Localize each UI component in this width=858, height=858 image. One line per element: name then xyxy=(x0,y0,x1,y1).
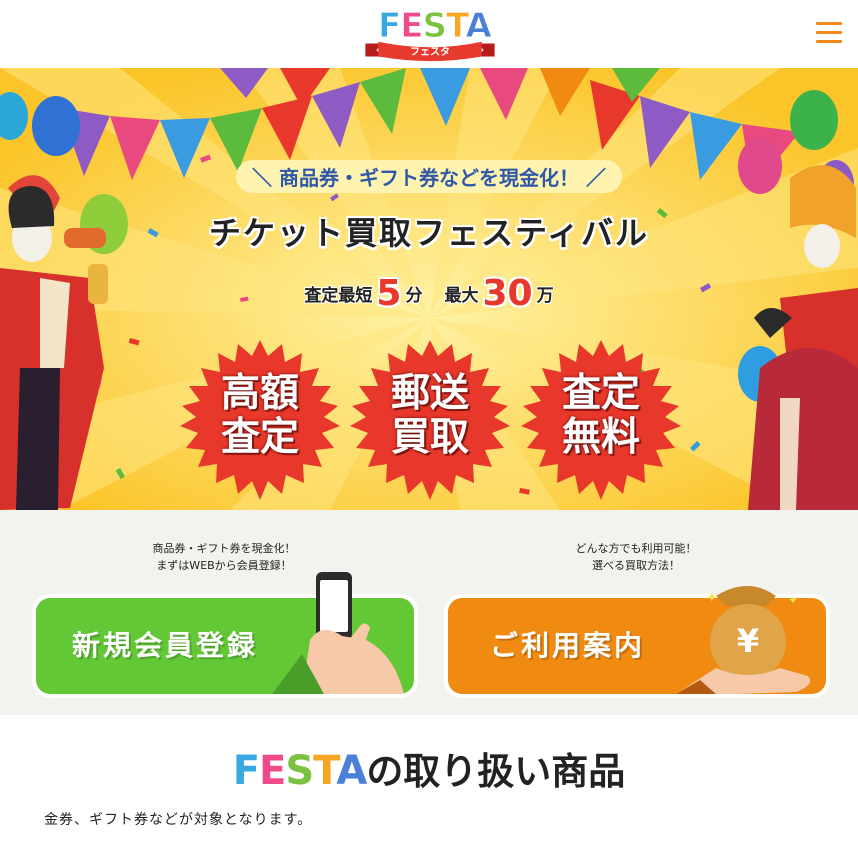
money-bag-yen-icon: ¥ ✦ ✦ xyxy=(676,586,811,694)
register-button-label: 新規会員登録 xyxy=(72,629,259,662)
logo-letter: S xyxy=(422,6,447,47)
logo-word: FESTA xyxy=(377,6,492,47)
badge-line1: 高額 xyxy=(220,371,299,416)
register-note-line1: 商品券・ギフト券を現金化！ xyxy=(152,542,296,555)
stat-assessment-unit: 分 xyxy=(405,286,423,306)
logo-letter: A xyxy=(336,748,367,794)
festa-logo[interactable]: FESTA フェスタ xyxy=(360,6,500,64)
badge-text: 郵送 買取 xyxy=(350,372,510,460)
products-title: FESTAの取り扱い商品 xyxy=(0,741,858,795)
badge-high-price: 高額 査定 xyxy=(180,340,340,500)
badge-line2: 買取 xyxy=(390,415,469,460)
logo-subtitle: フェスタ xyxy=(410,47,450,58)
svg-text:✦: ✦ xyxy=(788,593,798,607)
cta-section: 商品券・ギフト券を現金化！ まずはWEBから会員登録！ どんな方でも利用可能！ … xyxy=(0,510,858,715)
stat-max-unit: 万 xyxy=(536,286,554,306)
site-header: FESTA フェスタ xyxy=(0,0,858,68)
badge-line2: 査定 xyxy=(220,415,299,460)
logo-letter: A xyxy=(465,6,492,47)
products-title-text: の取り扱い商品 xyxy=(366,750,626,793)
stat-max-label: 最大 xyxy=(444,286,479,306)
logo-letter: E xyxy=(259,748,286,794)
hero-catchphrase: ＼ 商品券・ギフト券などを現金化！ ／ xyxy=(0,160,858,193)
badge-free-assessment: 査定 無料 xyxy=(521,340,681,500)
products-title-logo: FESTA xyxy=(232,748,368,794)
hero-title: チケット買取フェスティバル xyxy=(208,214,650,252)
badge-line1: 郵送 xyxy=(390,371,469,416)
badge-line2: 無料 xyxy=(561,415,640,460)
logo-letter: T xyxy=(313,748,337,794)
badge-text: 査定 無料 xyxy=(521,372,681,460)
svg-text:✦: ✦ xyxy=(706,590,718,606)
hamburger-menu-icon[interactable] xyxy=(816,22,842,44)
usage-guide-button-label: ご利用案内 xyxy=(490,629,646,662)
hero-catchphrase-text: ＼ 商品券・ギフト券などを現金化！ ／ xyxy=(236,160,622,193)
logo-letter: T xyxy=(445,6,467,47)
logo-letter: E xyxy=(400,6,424,47)
stat-max-value: 30 xyxy=(482,273,533,314)
guide-note: どんな方でも利用可能！ 選べる買取方法！ xyxy=(486,540,786,574)
smartphone-hand-icon xyxy=(272,572,404,694)
logo-letter: S xyxy=(285,748,314,794)
products-section: FESTAの取り扱い商品 金券、ギフト券などが対象となります。 xyxy=(0,715,858,858)
hero-stats: 査定最短 5 分 最大 30 万 xyxy=(0,273,858,314)
logo-letter: F xyxy=(377,6,401,47)
svg-text:¥: ¥ xyxy=(737,622,759,660)
badge-line1: 査定 xyxy=(561,371,640,416)
badge-text: 高額 査定 xyxy=(180,372,340,460)
products-description: 金券、ギフト券などが対象となります。 xyxy=(44,812,313,828)
badge-mail-purchase: 郵送 買取 xyxy=(350,340,510,500)
register-note: 商品券・ギフト券を現金化！ まずはWEBから会員登録！ xyxy=(74,540,374,574)
stat-assessment-value: 5 xyxy=(376,273,402,314)
logo-letter: F xyxy=(232,748,260,794)
stat-assessment-label: 査定最短 xyxy=(304,286,373,306)
guide-note-line1: どんな方でも利用可能！ xyxy=(575,542,697,555)
hero-banner: ＼ 商品券・ギフト券などを現金化！ ／ チケット買取フェスティバル 査定最短 5 分… xyxy=(0,68,858,510)
